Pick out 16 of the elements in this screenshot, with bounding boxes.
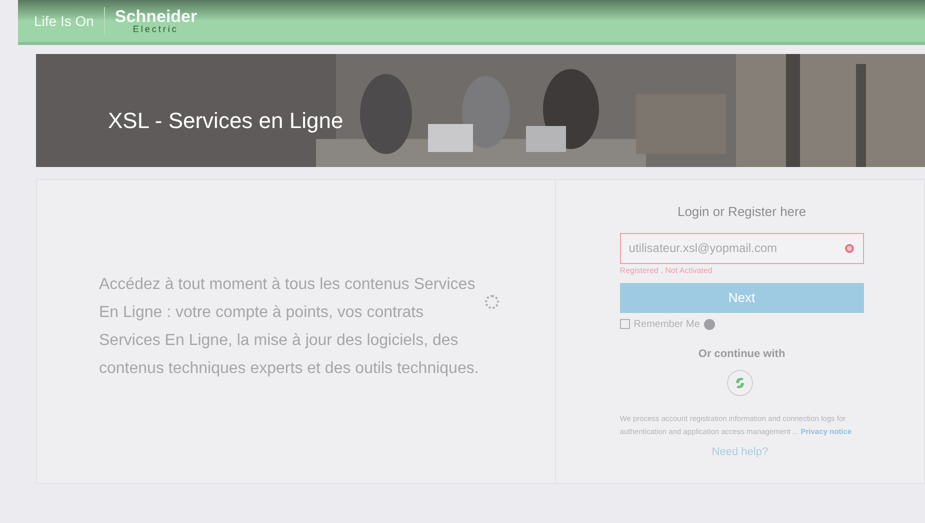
banner-title: XSL - Services en Ligne	[108, 107, 344, 135]
remember-checkbox[interactable]	[620, 319, 630, 329]
tagline: Life Is On	[34, 12, 94, 30]
info-icon[interactable]	[704, 318, 715, 330]
next-button[interactable]: Next	[620, 282, 864, 312]
sso-button[interactable]	[726, 370, 753, 396]
login-heading: Login or Register here	[676, 203, 808, 221]
intro-text: Accédez à tout moment à tous les contenus Services En Ligne : votre compte à points, vos contrats Services En Ligne, la mise à jour des logiciels, des contenus techniques experts et des outils techniques.	[99, 274, 479, 378]
remember-label[interactable]: Remember Me	[634, 316, 700, 332]
help-link[interactable]: Need help?	[712, 444, 768, 460]
loading-spinner-icon	[485, 294, 499, 308]
email-field[interactable]: utilisateur.xsl@yopmail.com	[620, 232, 864, 264]
brand-name: Schneider	[114, 8, 198, 25]
continue-label: Or continue with	[697, 346, 786, 362]
error-message: Registered , Not Activated	[620, 264, 712, 276]
brand-subtitle: Electric	[132, 25, 180, 34]
